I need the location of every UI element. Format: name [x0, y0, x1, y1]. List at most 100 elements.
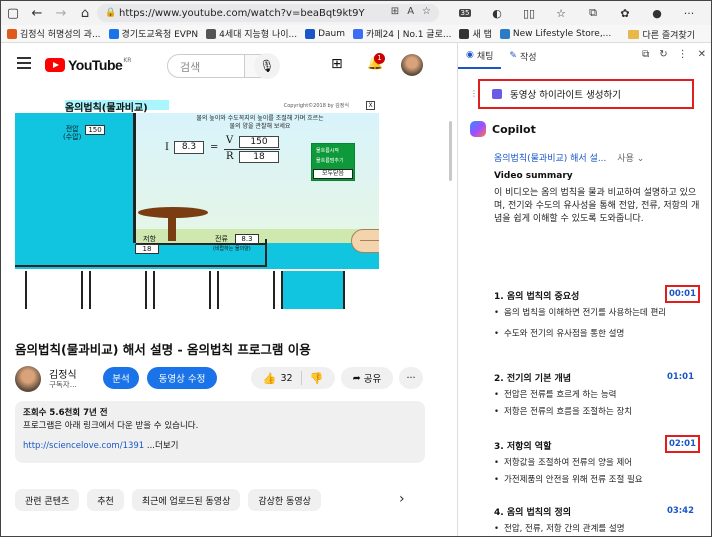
highlight-icon: [492, 89, 502, 99]
video-player[interactable]: 옴의법칙(물과비교) Copyright©2018 by 김정식 X 물의 높이…: [15, 99, 379, 309]
youtube-logo[interactable]: YouTube KR: [45, 57, 131, 73]
address-bar[interactable]: 🔒 https://www.youtube.com/watch?v=beaBqt…: [97, 4, 439, 22]
bookmark-item[interactable]: 4세대 지능형 나이...: [206, 27, 297, 40]
forward-icon[interactable]: →: [49, 1, 73, 25]
like-dislike-group: 👍 32 👎: [251, 367, 335, 389]
analyze-button[interactable]: 분석: [103, 367, 139, 389]
formula-i: I: [165, 142, 169, 153]
section-heading: 2. 전기의 기본 개념 01:01: [494, 371, 696, 384]
bookmark-favicon-icon: [206, 28, 217, 39]
bookmark-favicon-icon: [499, 28, 510, 39]
copilot-sidebar: ◉ 채팅 ✎ 작성 ⧉ ↻ ⋮ ✕ ⋮ 동영상 하이라이트 생성하기 Copil…: [457, 43, 711, 536]
section-heading: 4. 옴의 법칙의 정의 03:42: [494, 505, 696, 518]
browser-extensions: 35 ◐ ▯▯ ☆ ⧉ ✿ ● ···: [449, 1, 705, 25]
close-icon[interactable]: ✕: [698, 49, 706, 60]
bookmark-favicon-icon: [353, 28, 364, 39]
timestamp-link[interactable]: 00:01: [664, 285, 700, 303]
bookmark-folder-other[interactable]: 다른 즐겨찾기: [628, 28, 695, 41]
browser-window: ▢ ← → ⌂ 🔒 https://www.youtube.com/watch?…: [0, 0, 712, 537]
read-aloud-icon[interactable]: A: [407, 6, 414, 17]
bookmark-item[interactable]: Daum: [305, 28, 345, 39]
sidebar-more-icon[interactable]: ⋮: [678, 49, 688, 60]
source-reference[interactable]: 옴의법칙(물과비교) 해서 설... 사용 ⌄: [494, 151, 644, 164]
mic-icon: 🎙: [259, 59, 275, 73]
description-link[interactable]: http://sciencelove.com/1391: [23, 441, 144, 451]
current-label: 전류: [215, 235, 228, 243]
section-heading: 3. 저항의 역할 02:01: [494, 435, 704, 453]
bookmark-favicon-icon: [305, 28, 316, 39]
tab-chat[interactable]: ◉ 채팅: [458, 43, 502, 69]
compose-icon: ✎: [509, 51, 517, 61]
chip[interactable]: 최근에 업로드된 동영상: [131, 489, 241, 511]
summary-section: 2. 전기의 기본 개념01:01 전압은 전류를 흐르게 하는 능력저항은 전류…: [494, 371, 704, 419]
back-icon[interactable]: ←: [25, 1, 49, 25]
sim-title: 옴의법칙(물과비교): [65, 103, 148, 114]
bookmark-item[interactable]: 카페24 | No.1 글로...: [353, 27, 451, 40]
summary-section: 4. 옴의 법칙의 정의03:42전압, 전류, 저항 간의 관계를 설명실생활…: [494, 505, 704, 536]
timestamp-link[interactable]: 01:01: [665, 371, 696, 383]
create-icon[interactable]: ⊞: [331, 56, 343, 72]
video-title: 옴의법칙(물과비교) 해서 설명 - 옴의법칙 프로그램 이용: [15, 342, 311, 357]
chips-next-icon[interactable]: ›: [399, 491, 405, 507]
account-avatar[interactable]: [401, 54, 423, 76]
share-button[interactable]: ➦ 공유: [341, 367, 393, 389]
tab-compose[interactable]: ✎ 작성: [501, 43, 544, 69]
edit-video-button[interactable]: 동영상 수정: [147, 367, 217, 389]
channel-avatar[interactable]: [15, 366, 41, 392]
bookmark-item[interactable]: 새 탭: [459, 27, 492, 40]
folder-icon: [628, 30, 640, 39]
chat-icon: ◉: [466, 50, 474, 60]
sim-close-icon: X: [366, 101, 375, 110]
show-more-link[interactable]: ...더보기: [144, 441, 179, 451]
voice-search-button[interactable]: 🎙: [254, 53, 280, 79]
timestamp-link[interactable]: 03:42: [665, 505, 696, 517]
collections-icon[interactable]: ⧉: [577, 1, 609, 25]
search-input[interactable]: 검색: [167, 54, 245, 78]
grid-icon[interactable]: ⊞: [391, 6, 399, 17]
sim-instruction: 물의 높이와 수도꼭지의 높이를 조절해 가며 흐르는 물의 양을 관찰해 보세…: [196, 115, 324, 130]
sim-title-bar: 옴의법칙(물과비교) Copyright©2018 by 김정식 X: [15, 99, 379, 114]
chip[interactable]: 추천: [87, 489, 124, 511]
favorites-icon[interactable]: ☆: [545, 1, 577, 25]
current-value: 8.3: [235, 234, 259, 244]
open-new-tab-icon[interactable]: ⧉: [642, 49, 649, 60]
related-chips: 관련 콘텐츠 추천 최근에 업로드된 동영상 감상한 동영상: [15, 489, 321, 511]
chip[interactable]: 관련 콘텐츠: [15, 489, 80, 511]
bookmark-item[interactable]: 경기도교육청 EVPN: [108, 27, 198, 40]
refresh-icon[interactable]: ↻: [659, 49, 667, 60]
chip[interactable]: 감상한 동영상: [248, 489, 321, 511]
like-icon[interactable]: 👍: [263, 372, 277, 385]
favorite-icon[interactable]: ☆: [422, 6, 431, 17]
current-sub-label: (비랍하는 물의양): [213, 246, 251, 252]
resistance-formula-value: 18: [239, 151, 279, 163]
more-actions-button[interactable]: ···: [399, 367, 423, 389]
browser-essentials-icon[interactable]: ◐: [481, 1, 513, 25]
profile-avatar[interactable]: ●: [641, 1, 673, 25]
bookmark-item[interactable]: New Lifestyle Store,...: [499, 28, 611, 39]
chevron-down-icon: ⌄: [636, 154, 645, 164]
summary-bullet: 저항은 전류의 흐름을 조절하는 장치: [494, 406, 704, 419]
start-flow-option[interactable]: 물흐름시작: [316, 147, 354, 154]
summary-bullet: 전압은 전류를 흐르게 하는 능력: [494, 389, 704, 402]
menu-icon[interactable]: [17, 57, 31, 69]
dislike-icon[interactable]: 👎: [310, 372, 324, 385]
extension-badge-icon[interactable]: 35: [449, 1, 481, 25]
drag-handle-icon: ⋮: [470, 89, 478, 98]
description-box[interactable]: 조회수 5.6천회 7년 전 프로그램은 아래 링크에서 다운 받을 수 있습니…: [15, 401, 425, 463]
page-scrollbar[interactable]: [449, 121, 452, 181]
split-screen-icon[interactable]: ▯▯: [513, 1, 545, 25]
address-url: https://www.youtube.com/watch?v=beaBqt9k…: [119, 7, 365, 19]
more-icon[interactable]: ···: [673, 1, 705, 25]
copilot-logo-icon: [470, 121, 486, 137]
share-icon: ➦: [352, 372, 361, 384]
home-icon[interactable]: ⌂: [73, 1, 97, 25]
timestamp-link[interactable]: 02:01: [664, 435, 700, 453]
description-text: 프로그램은 아래 링크에서 다운 받을 수 있습니다.: [23, 421, 199, 431]
bookmark-item[interactable]: 김정식 허명성의 과...: [7, 27, 101, 40]
stop-flow-option[interactable]: 물흐름멈추기: [316, 157, 354, 164]
summary-bullet: 수도와 전기의 유사점을 통한 설명: [494, 328, 704, 341]
generate-highlights-suggestion[interactable]: 동영상 하이라이트 생성하기: [478, 79, 694, 109]
extension-icon[interactable]: ✿: [609, 1, 641, 25]
sim-button[interactable]: 모두닫음: [313, 169, 353, 179]
tab-actions-icon[interactable]: ▢: [1, 1, 25, 25]
